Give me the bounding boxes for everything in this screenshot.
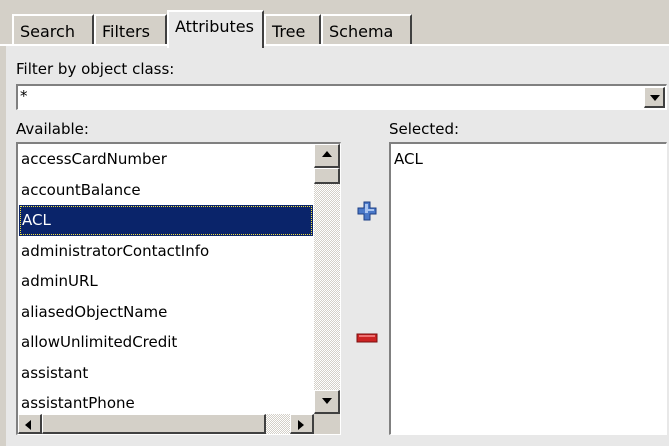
combobox-dropdown-button[interactable] xyxy=(644,87,665,108)
list-item[interactable]: aliasedObjectName xyxy=(18,297,314,328)
list-item[interactable]: assistantPhone xyxy=(18,388,314,414)
arrow-up-icon xyxy=(322,151,332,157)
list-item[interactable]: accessCardNumber xyxy=(18,144,314,175)
tab-search[interactable]: Search xyxy=(12,14,94,45)
tab-schema-label: Schema xyxy=(329,22,394,41)
list-item[interactable]: assistant xyxy=(18,358,314,389)
tab-tree-label: Tree xyxy=(272,22,306,41)
selected-list[interactable]: ACL xyxy=(389,142,667,435)
scroll-up-button[interactable] xyxy=(314,144,340,168)
arrow-down-icon xyxy=(322,398,332,404)
object-class-value: * xyxy=(20,87,28,105)
tab-attributes-label: Attributes xyxy=(175,17,254,36)
horizontal-scrollbar[interactable] xyxy=(18,414,314,434)
arrow-left-icon xyxy=(25,420,31,430)
add-attribute-button[interactable] xyxy=(356,200,378,222)
object-class-combobox[interactable]: * xyxy=(16,84,667,110)
tab-schema[interactable]: Schema xyxy=(321,14,412,45)
list-item[interactable]: administratorContactInfo xyxy=(18,236,314,267)
horizontal-scroll-thumb[interactable] xyxy=(42,414,266,434)
tab-divider xyxy=(0,44,669,46)
list-item[interactable]: adminURL xyxy=(18,266,314,297)
list-item[interactable]: ACL xyxy=(391,144,666,174)
selected-label: Selected: xyxy=(389,120,460,138)
tab-search-label: Search xyxy=(20,22,75,41)
plus-icon xyxy=(357,201,377,221)
chevron-down-icon xyxy=(650,95,660,101)
vertical-scrollbar[interactable] xyxy=(314,144,340,414)
tab-filters[interactable]: Filters xyxy=(94,14,167,45)
list-item-selected[interactable]: ACL xyxy=(19,205,313,236)
available-label: Available: xyxy=(16,120,89,138)
tab-attributes[interactable]: Attributes xyxy=(167,10,264,48)
remove-attribute-button[interactable] xyxy=(356,331,378,345)
tab-tree[interactable]: Tree xyxy=(264,14,321,45)
vertical-scroll-thumb[interactable] xyxy=(314,168,340,184)
filter-label: Filter by object class: xyxy=(16,60,175,78)
list-item[interactable]: accountBalance xyxy=(18,175,314,206)
scrollbar-corner xyxy=(314,414,340,434)
scroll-right-button[interactable] xyxy=(290,414,314,434)
scroll-down-button[interactable] xyxy=(314,390,340,414)
available-list[interactable]: accessCardNumber accountBalance ACL admi… xyxy=(16,142,341,435)
arrow-right-icon xyxy=(298,420,304,430)
scroll-left-button[interactable] xyxy=(18,414,42,434)
minus-icon xyxy=(356,333,378,343)
tab-filters-label: Filters xyxy=(102,22,150,41)
list-item[interactable]: allowUnlimitedCredit xyxy=(18,327,314,358)
